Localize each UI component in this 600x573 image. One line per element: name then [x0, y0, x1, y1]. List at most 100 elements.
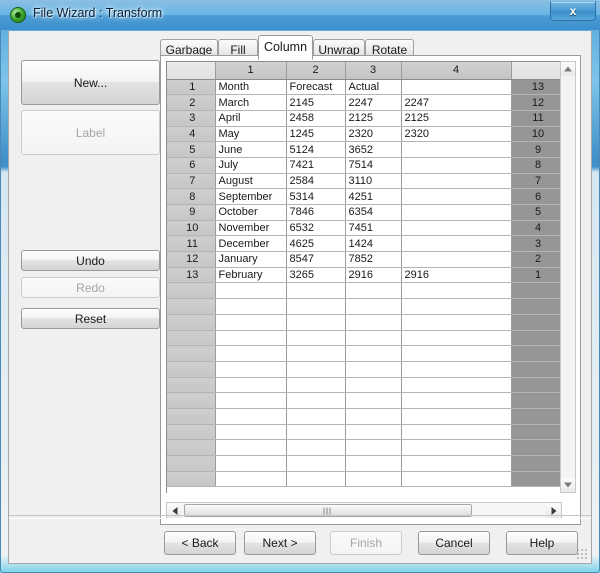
grid-cell[interactable]: [345, 439, 402, 456]
grid-cell[interactable]: [345, 455, 402, 472]
row-header-cell[interactable]: [167, 455, 216, 472]
grid-cell[interactable]: 2320: [401, 126, 512, 143]
row-tail-cell[interactable]: 9: [511, 141, 562, 158]
column-header-1[interactable]: 1: [215, 62, 287, 80]
row-tail-cell[interactable]: [511, 439, 562, 456]
grid-cell[interactable]: [345, 282, 402, 300]
grid-cell[interactable]: August: [215, 173, 287, 190]
grid-cell[interactable]: October: [215, 204, 287, 221]
grid-cell[interactable]: [401, 424, 512, 441]
grid-cell[interactable]: 2916: [401, 267, 512, 284]
grid-cell[interactable]: [401, 220, 512, 237]
grid-cell[interactable]: 4251: [345, 188, 402, 205]
row-header-cell[interactable]: [167, 408, 216, 425]
grid-cell[interactable]: [215, 345, 287, 362]
grid-cell[interactable]: 2125: [401, 110, 512, 127]
row-header-cell[interactable]: [167, 282, 216, 300]
grid-cell[interactable]: 1424: [345, 235, 402, 253]
grid-cell[interactable]: [401, 408, 512, 425]
resize-grip-icon[interactable]: [576, 548, 588, 560]
row-header-cell[interactable]: 11: [167, 235, 216, 253]
grid-cell[interactable]: [345, 298, 402, 315]
row-header-cell[interactable]: [167, 361, 216, 378]
table-row[interactable]: 1 Month Forecast Actual 13: [167, 79, 562, 96]
table-row[interactable]: 7 August 2584 3110 7: [167, 173, 562, 190]
table-row[interactable]: 6 July 7421 7514 8: [167, 157, 562, 174]
row-tail-cell[interactable]: 5: [511, 204, 562, 221]
row-header-cell[interactable]: 4: [167, 126, 216, 143]
grid-cell[interactable]: [401, 79, 512, 96]
grid-cell[interactable]: 2125: [345, 110, 402, 127]
grid-cell[interactable]: [401, 173, 512, 190]
grid-cell[interactable]: [345, 392, 402, 409]
grid-cell[interactable]: 5314: [286, 188, 346, 205]
reset-button[interactable]: Reset: [21, 308, 160, 329]
row-tail-cell[interactable]: [511, 392, 562, 409]
row-tail-cell[interactable]: 13: [511, 79, 562, 96]
grid-cell[interactable]: February: [215, 267, 287, 284]
grid-cell[interactable]: 2458: [286, 110, 346, 127]
row-tail-cell[interactable]: [511, 345, 562, 362]
table-row[interactable]: 9 October 7846 6354 5: [167, 204, 562, 221]
scroll-down-button[interactable]: [561, 478, 575, 492]
row-tail-cell[interactable]: [511, 471, 562, 488]
grid-cell[interactable]: [401, 141, 512, 158]
grid-cell[interactable]: [215, 392, 287, 409]
grid-cell[interactable]: [345, 377, 402, 394]
scroll-up-button[interactable]: [561, 62, 575, 76]
grid-cell[interactable]: September: [215, 188, 287, 205]
row-tail-cell[interactable]: [511, 282, 562, 300]
table-row[interactable]: 12 January 8547 7852 2: [167, 251, 562, 268]
grid-cell[interactable]: December: [215, 235, 287, 253]
grid-cell[interactable]: 7514: [345, 157, 402, 174]
table-row[interactable]: 5 June 5124 3652 9: [167, 141, 562, 158]
column-header-2[interactable]: 2: [286, 62, 346, 80]
grid-cell[interactable]: 5124: [286, 141, 346, 158]
grid-cell[interactable]: [401, 455, 512, 472]
next-button[interactable]: Next >: [244, 531, 316, 555]
grid-cell[interactable]: [215, 361, 287, 378]
grid-cell[interactable]: 2584: [286, 173, 346, 190]
row-tail-cell[interactable]: [511, 314, 562, 331]
row-tail-cell[interactable]: [511, 377, 562, 394]
row-tail-cell[interactable]: [511, 408, 562, 425]
grid-cell[interactable]: [345, 408, 402, 425]
new-button[interactable]: New...: [21, 60, 160, 105]
table-row[interactable]: [167, 282, 562, 300]
grid-cell[interactable]: [286, 392, 346, 409]
grid-cell[interactable]: [345, 345, 402, 362]
grid-cell[interactable]: 7846: [286, 204, 346, 221]
grid-cell[interactable]: [401, 282, 512, 300]
grid-cell[interactable]: 7421: [286, 157, 346, 174]
grid-cell[interactable]: 2320: [345, 126, 402, 143]
grid-cell[interactable]: 4625: [286, 235, 346, 253]
table-row[interactable]: [167, 298, 562, 315]
row-header-cell[interactable]: 12: [167, 251, 216, 268]
row-tail-cell[interactable]: [511, 298, 562, 315]
grid-cell[interactable]: [401, 471, 512, 488]
table-row[interactable]: [167, 471, 562, 488]
row-header-cell[interactable]: 2: [167, 94, 216, 111]
table-row[interactable]: [167, 361, 562, 378]
grid-cell[interactable]: [286, 282, 346, 300]
grid-cell[interactable]: [401, 235, 512, 253]
grid-cell[interactable]: 8547: [286, 251, 346, 268]
row-tail-cell[interactable]: 3: [511, 235, 562, 253]
table-row[interactable]: 3 April 2458 2125 2125 11: [167, 110, 562, 127]
grid-cell[interactable]: Month: [215, 79, 287, 96]
row-tail-cell[interactable]: 2: [511, 251, 562, 268]
row-header-cell[interactable]: [167, 298, 216, 315]
grid-cell[interactable]: [286, 439, 346, 456]
grid-cell[interactable]: [401, 345, 512, 362]
grid-cell[interactable]: [401, 439, 512, 456]
grid-cell[interactable]: [345, 330, 402, 347]
table-row[interactable]: [167, 408, 562, 425]
grid-cell[interactable]: [215, 439, 287, 456]
grid-cell[interactable]: 3265: [286, 267, 346, 284]
row-header-cell[interactable]: [167, 377, 216, 394]
row-tail-cell[interactable]: 6: [511, 188, 562, 205]
grid-cell[interactable]: [401, 377, 512, 394]
grid-cell[interactable]: [215, 471, 287, 488]
grid-cell[interactable]: [215, 455, 287, 472]
grid-cell[interactable]: [286, 455, 346, 472]
